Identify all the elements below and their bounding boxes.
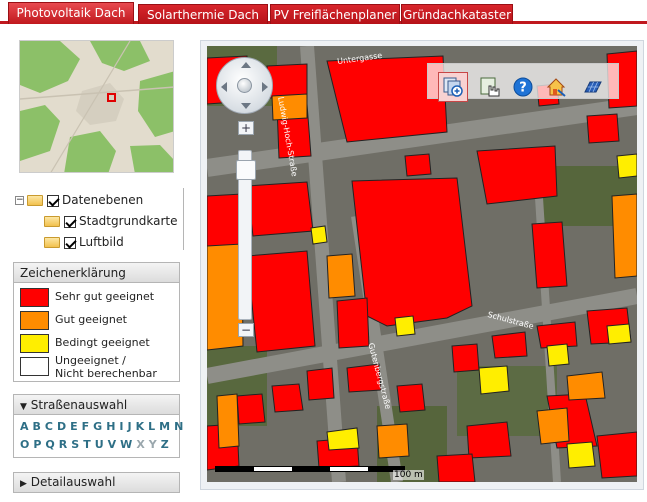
detail-select-title: Detailauswahl (30, 475, 116, 489)
street-letter-z[interactable]: Z (161, 438, 170, 451)
layer-item-stadtgrundkarte: Stadtgrundkarte (44, 213, 178, 229)
legend-swatch (20, 334, 49, 353)
triangle-right-icon: ▶ (20, 479, 27, 489)
street-letter-q[interactable]: Q (45, 438, 55, 451)
street-letter-s[interactable]: S (71, 438, 80, 451)
tab-bar: Photovoltaik Dach Solarthermie Dach PV F… (0, 0, 647, 24)
triangle-down-icon: ▼ (20, 402, 27, 412)
help-icon: ? (513, 77, 533, 97)
street-letter-g[interactable]: G (93, 420, 103, 433)
street-letter-l[interactable]: L (148, 420, 156, 433)
legend-swatch (20, 311, 49, 330)
scale-label: 100 m (393, 470, 424, 480)
svg-text:?: ? (519, 81, 527, 96)
layer-stadtgrundkarte-checkbox[interactable] (64, 215, 76, 228)
tab-gruendachkataster[interactable]: Gründachkataster (401, 4, 513, 24)
legend-title: Zeichenerklärung (14, 263, 179, 283)
pan-down-icon[interactable] (241, 103, 251, 109)
layer-root-label: Datenebenen (62, 193, 144, 207)
street-select-panel: ▼ Straßenauswahl ABCDEFGHIJKLMN OPQRSTUV… (13, 394, 183, 458)
letter-row-2: OPQRSTUVWXYZ (20, 438, 173, 451)
folder-icon (44, 237, 60, 248)
street-letter-m[interactable]: M (159, 420, 171, 433)
street-letter-y: Y (148, 438, 158, 451)
street-letter-n[interactable]: N (174, 420, 184, 433)
street-letter-h[interactable]: H (106, 420, 116, 433)
layer-info-button[interactable] (438, 72, 468, 102)
house-search-button[interactable] (541, 72, 571, 102)
overview-map-image (20, 41, 173, 172)
street-letter-a[interactable]: A (20, 420, 30, 433)
scale-bar (215, 466, 405, 472)
street-letter-c[interactable]: C (45, 420, 54, 433)
street-letter-w[interactable]: W (120, 438, 133, 451)
pan-up-icon[interactable] (241, 62, 251, 68)
legend-swatch (20, 288, 49, 307)
layer-root-checkbox[interactable] (47, 194, 59, 207)
folder-open-icon (27, 195, 43, 206)
pan-left-icon[interactable] (221, 82, 227, 92)
help-button[interactable]: ? (508, 72, 538, 102)
pan-control[interactable] (216, 57, 273, 114)
tab-photovoltaik-dach[interactable]: Photovoltaik Dach (8, 2, 134, 24)
street-letter-i[interactable]: I (119, 420, 124, 433)
legend-panel: Zeichenerklärung Sehr gut geeignet Gut g… (13, 262, 180, 382)
select-hand-button[interactable] (475, 72, 505, 102)
legend-label: Ungeeignet / Nicht berechenbar (55, 354, 157, 380)
pan-right-icon[interactable] (262, 82, 268, 92)
street-letter-p[interactable]: P (33, 438, 42, 451)
select-hand-icon (480, 77, 500, 97)
street-letter-d[interactable]: D (57, 420, 67, 433)
detail-select-header[interactable]: ▶ Detailauswahl (14, 473, 179, 492)
street-letter-o[interactable]: O (20, 438, 30, 451)
map-view[interactable]: Untergasse Ludwig-Hoch-Straße Schulstraß… (207, 46, 637, 482)
zoom-in-button[interactable]: + (238, 121, 254, 135)
collapse-icon[interactable]: − (15, 196, 24, 205)
street-letter-k[interactable]: K (136, 420, 146, 433)
solar-panel-icon (584, 81, 602, 93)
overview-map[interactable] (19, 40, 174, 173)
layer-item-label: Luftbild (79, 235, 124, 249)
street-select-header[interactable]: ▼ Straßenauswahl (14, 395, 179, 415)
street-select-title: Straßenauswahl (30, 398, 128, 412)
legend-label: Sehr gut geeignet (55, 290, 155, 303)
street-letter-e[interactable]: E (70, 420, 79, 433)
street-letter-r[interactable]: R (59, 438, 68, 451)
solar-panel-button[interactable] (577, 72, 607, 102)
street-letter-j[interactable]: J (128, 420, 133, 433)
legend-swatch (20, 357, 49, 376)
street-letter-t[interactable]: T (83, 438, 92, 451)
layer-luftbild-checkbox[interactable] (64, 236, 76, 249)
street-letter-u[interactable]: U (95, 438, 105, 451)
street-letter-v[interactable]: V (108, 438, 118, 451)
street-letter-x: X (136, 438, 146, 451)
aerial-map (207, 46, 637, 482)
tab-solarthermie-dach[interactable]: Solarthermie Dach (138, 4, 268, 24)
street-letter-f[interactable]: F (82, 420, 91, 433)
detail-select-panel[interactable]: ▶ Detailauswahl (13, 472, 180, 493)
pan-center-icon[interactable] (237, 78, 252, 93)
legend-label: Gut geeignet (55, 313, 127, 326)
tab-pv-freiflaechenplaner[interactable]: PV Freiflächenplaner (270, 4, 400, 24)
layer-item-luftbild: Luftbild (44, 234, 124, 250)
layers-panel: − Datenebenen Stadtgrundkarte Luftbild (13, 188, 184, 256)
house-search-icon (546, 78, 566, 97)
layer-item-label: Stadtgrundkarte (79, 214, 178, 228)
letter-row-1: ABCDEFGHIJKLMN (20, 420, 187, 433)
layer-root: − Datenebenen (15, 192, 143, 208)
layer-info-icon (443, 77, 463, 97)
zoom-slider-handle[interactable] (236, 160, 256, 180)
folder-icon (44, 216, 60, 227)
street-letter-b[interactable]: B (33, 420, 42, 433)
zoom-out-button[interactable]: − (238, 323, 254, 337)
legend-label: Bedingt geeignet (55, 336, 150, 349)
